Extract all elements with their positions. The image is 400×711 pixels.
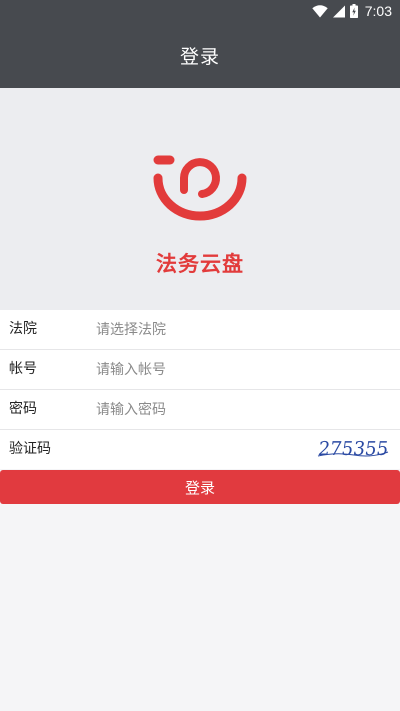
court-label: 法院 — [9, 321, 37, 337]
page-title: 登录 — [179, 45, 220, 68]
wifi-icon — [312, 4, 328, 18]
password-input[interactable] — [96, 390, 296, 429]
court-row[interactable]: 法院 — [0, 310, 400, 350]
account-label: 帐号 — [9, 361, 37, 377]
captcha-row: 验证码 275355 — [0, 430, 400, 469]
account-input[interactable] — [96, 350, 296, 389]
app-bar: 登录 — [0, 22, 400, 88]
account-row: 帐号 — [0, 350, 400, 390]
status-icons: 7:03 — [312, 2, 392, 20]
captcha-label: 验证码 — [9, 441, 51, 457]
battery-icon — [349, 4, 358, 18]
captcha-code: 275355 — [317, 437, 390, 460]
status-bar: 7:03 — [0, 0, 400, 22]
court-select[interactable] — [96, 310, 296, 349]
captcha-input[interactable] — [96, 430, 286, 469]
cellular-signal-icon — [332, 5, 345, 17]
password-label: 密码 — [9, 401, 37, 417]
password-row: 密码 — [0, 390, 400, 430]
login-button[interactable]: 登录 — [0, 470, 400, 504]
brand-name: 法务云盘 — [156, 252, 244, 276]
status-time: 7:03 — [364, 3, 392, 19]
captcha-image[interactable]: 275355 — [316, 437, 390, 461]
cloud-disk-logo-icon — [153, 155, 247, 221]
brand-hero: 法务云盘 — [0, 88, 400, 310]
login-form: 法院 帐号 密码 验证码 275355 — [0, 310, 400, 469]
